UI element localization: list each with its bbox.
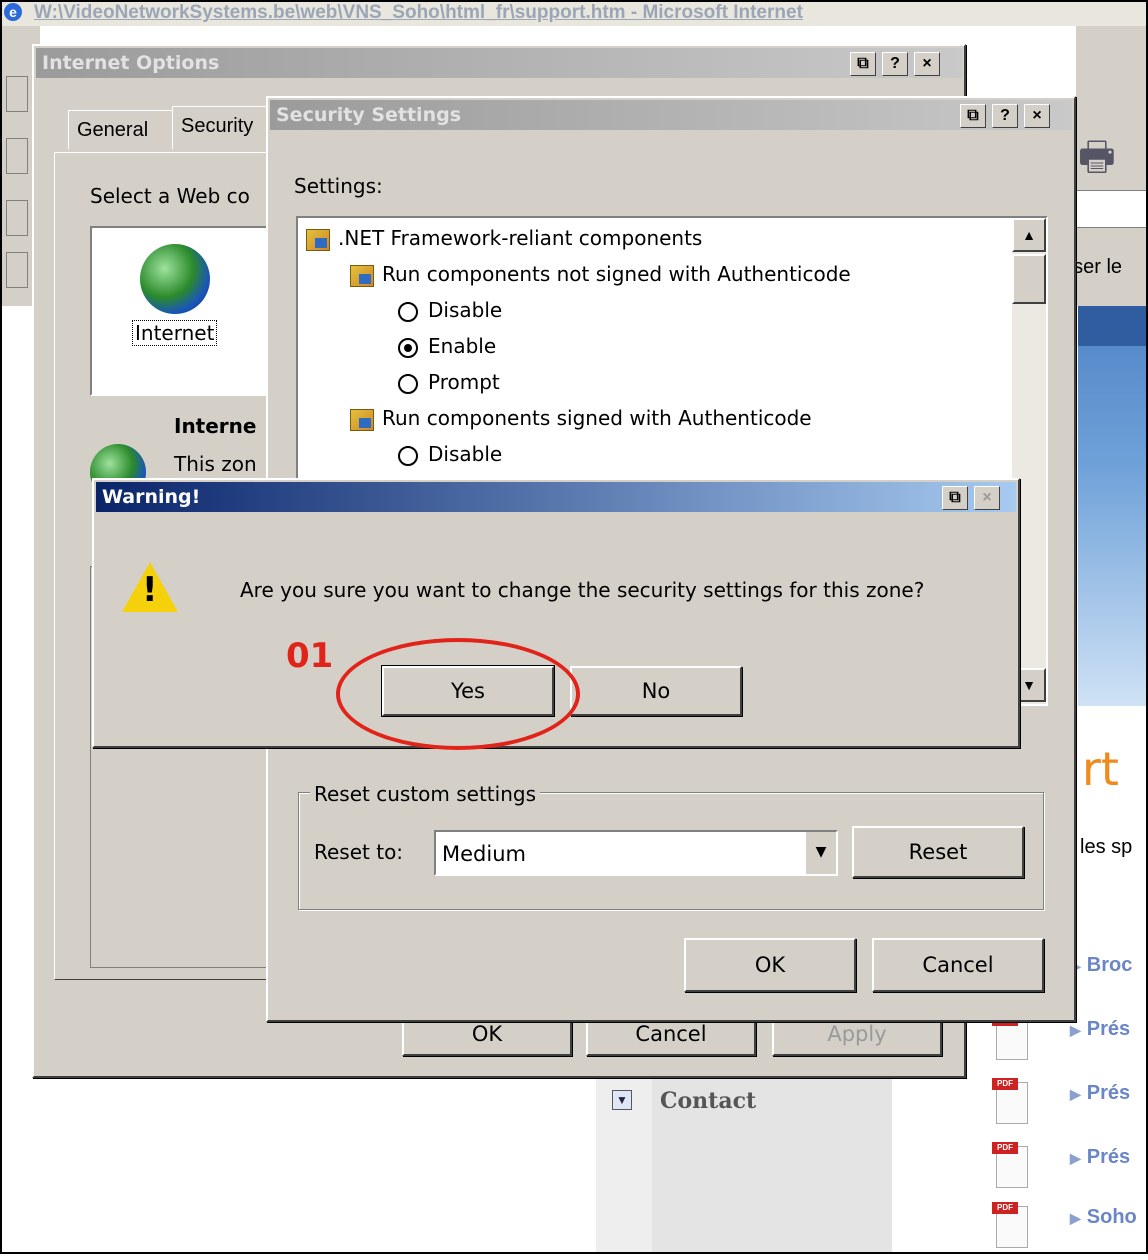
printer-icon[interactable]: 🖶	[1078, 128, 1128, 179]
radio-option-prompt[interactable]: Prompt	[398, 370, 500, 394]
doc-link[interactable]: ▶Broc	[1070, 954, 1132, 977]
radio-option-enable[interactable]: Enable	[398, 334, 496, 358]
radio-icon[interactable]	[398, 445, 418, 466]
select-zone-label: Select a Web co	[90, 184, 250, 208]
context-help-icon[interactable]: ⧉	[850, 52, 876, 76]
scroll-thumb[interactable]	[1012, 254, 1046, 304]
net-framework-icon	[350, 264, 374, 287]
doc-link[interactable]: ▶ Prés	[1070, 1082, 1130, 1105]
zone-internet-label[interactable]: Internet	[132, 320, 218, 346]
page-banner-gradient	[1078, 306, 1148, 706]
help-button[interactable]: ?	[882, 52, 908, 76]
doc-link[interactable]: ▶ Prés	[1070, 1146, 1130, 1169]
toolbar-grip[interactable]	[6, 200, 28, 236]
nav-contact-link[interactable]: Contact	[660, 1088, 756, 1114]
chevron-down-icon[interactable]: ▼	[804, 832, 836, 874]
toolbar-grip[interactable]	[6, 138, 28, 174]
exclamation-icon: !	[142, 570, 158, 610]
net-framework-icon	[306, 228, 330, 251]
pdf-icon[interactable]: PDF	[986, 1076, 1046, 1136]
doc-link[interactable]: ▶ Prés	[1070, 1018, 1130, 1041]
address-bar-fragment[interactable]	[1076, 190, 1148, 228]
close-button[interactable]: ×	[914, 52, 940, 76]
context-help-icon[interactable]: ⧉	[960, 104, 986, 128]
page-heading: rt	[1082, 742, 1119, 796]
zone-heading: Interne	[174, 414, 257, 438]
reset-button[interactable]: Reset	[852, 826, 1024, 878]
security-settings-titlebar: Security Settings ⧉ ? ×	[270, 100, 1072, 130]
browser-titlebar: e W:\VideoNetworkSystems.be\web\VNS_Soho…	[0, 0, 1148, 26]
net-framework-icon	[350, 408, 374, 431]
zone-list[interactable]: Internet	[90, 226, 294, 396]
tree-category: .NET Framework-reliant components	[306, 226, 702, 251]
ie-icon: e	[4, 3, 22, 21]
chevron-down-icon[interactable]: ▼	[612, 1090, 632, 1110]
tree-setting: Run components signed with Authenticode	[350, 406, 812, 431]
reset-to-label: Reset to:	[314, 840, 404, 864]
settings-label: Settings:	[294, 174, 383, 198]
pdf-icon[interactable]: PDF	[986, 1140, 1046, 1200]
warning-message: Are you sure you want to change the secu…	[240, 578, 925, 602]
ok-button[interactable]: OK	[684, 938, 856, 992]
dialog-title: Internet Options	[42, 52, 220, 74]
highlight-circle	[336, 638, 580, 750]
radio-selected-icon[interactable]	[398, 337, 418, 358]
browser-title: W:\VideoNetworkSystems.be\web\VNS_Soho\h…	[34, 2, 803, 23]
doc-link[interactable]: ▶ Soho	[1070, 1206, 1137, 1229]
dialog-title: Security Settings	[276, 104, 462, 126]
dialog-title: Warning!	[102, 486, 201, 508]
close-button[interactable]: ×	[1024, 104, 1050, 128]
radio-option-disable[interactable]: Disable	[398, 442, 502, 466]
globe-icon	[140, 244, 210, 314]
tree-setting: Run components not signed with Authentic…	[350, 262, 851, 287]
page-text: les sp	[1080, 836, 1133, 858]
page-banner	[1078, 306, 1148, 346]
reset-level-select[interactable]: Medium ▼	[434, 830, 838, 876]
toolbar-grip[interactable]	[6, 252, 28, 288]
context-help-icon[interactable]: ⧉	[942, 486, 968, 510]
zone-description: This zon	[174, 452, 257, 476]
radio-option-disable[interactable]: Disable	[398, 298, 502, 322]
step-number-annotation: 01	[286, 636, 334, 676]
warning-titlebar: Warning! ⧉ ×	[96, 482, 1016, 512]
close-button: ×	[974, 486, 1000, 510]
cancel-button[interactable]: Cancel	[872, 938, 1044, 992]
reset-group-label: Reset custom settings	[310, 782, 540, 806]
internet-options-titlebar: Internet Options ⧉ ? ×	[36, 48, 962, 78]
help-button[interactable]: ?	[992, 104, 1018, 128]
pdf-icon[interactable]: PDF	[986, 1200, 1046, 1260]
toolbar-grip[interactable]	[6, 76, 28, 112]
tab-general[interactable]: General	[68, 110, 178, 150]
no-button[interactable]: No	[570, 666, 742, 716]
radio-icon[interactable]	[398, 373, 418, 394]
scroll-up-icon[interactable]: ▲	[1012, 218, 1046, 252]
radio-icon[interactable]	[398, 301, 418, 322]
reset-level-value: Medium	[442, 842, 526, 866]
